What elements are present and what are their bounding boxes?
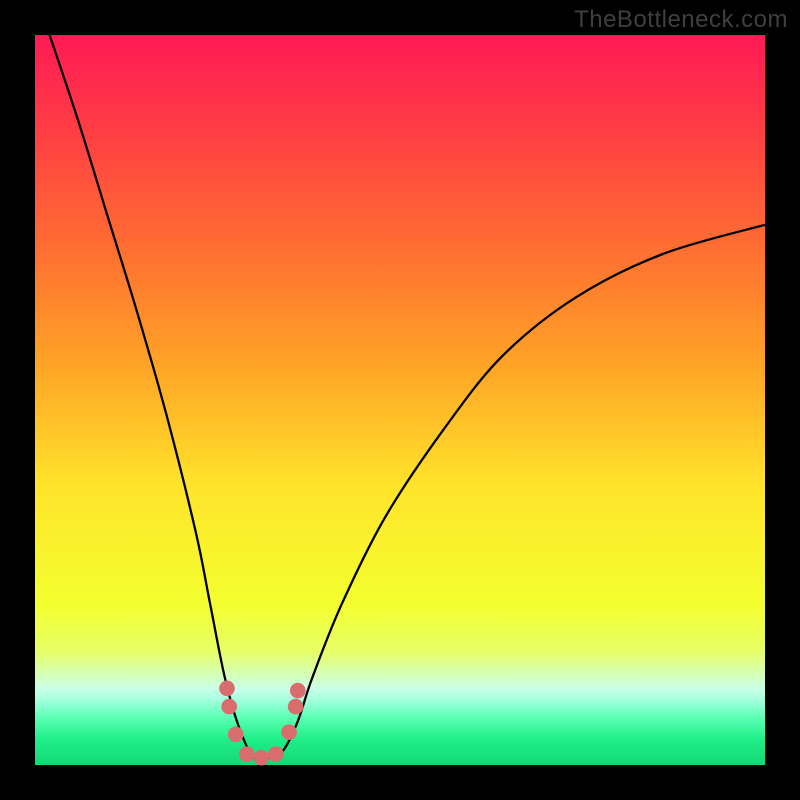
chart-frame: TheBottleneck.com: [0, 0, 800, 800]
marker-dot: [281, 724, 297, 740]
marker-dot: [268, 746, 284, 762]
marker-dot: [288, 699, 304, 715]
watermark-label: TheBottleneck.com: [574, 6, 788, 34]
marker-dot: [221, 699, 237, 715]
marker-dot: [228, 727, 244, 743]
chart-svg: [0, 0, 800, 800]
gradient-background: [35, 35, 765, 765]
marker-dot: [239, 746, 255, 762]
marker-dot: [253, 750, 269, 766]
marker-dot: [219, 681, 235, 697]
marker-dot: [290, 683, 306, 699]
